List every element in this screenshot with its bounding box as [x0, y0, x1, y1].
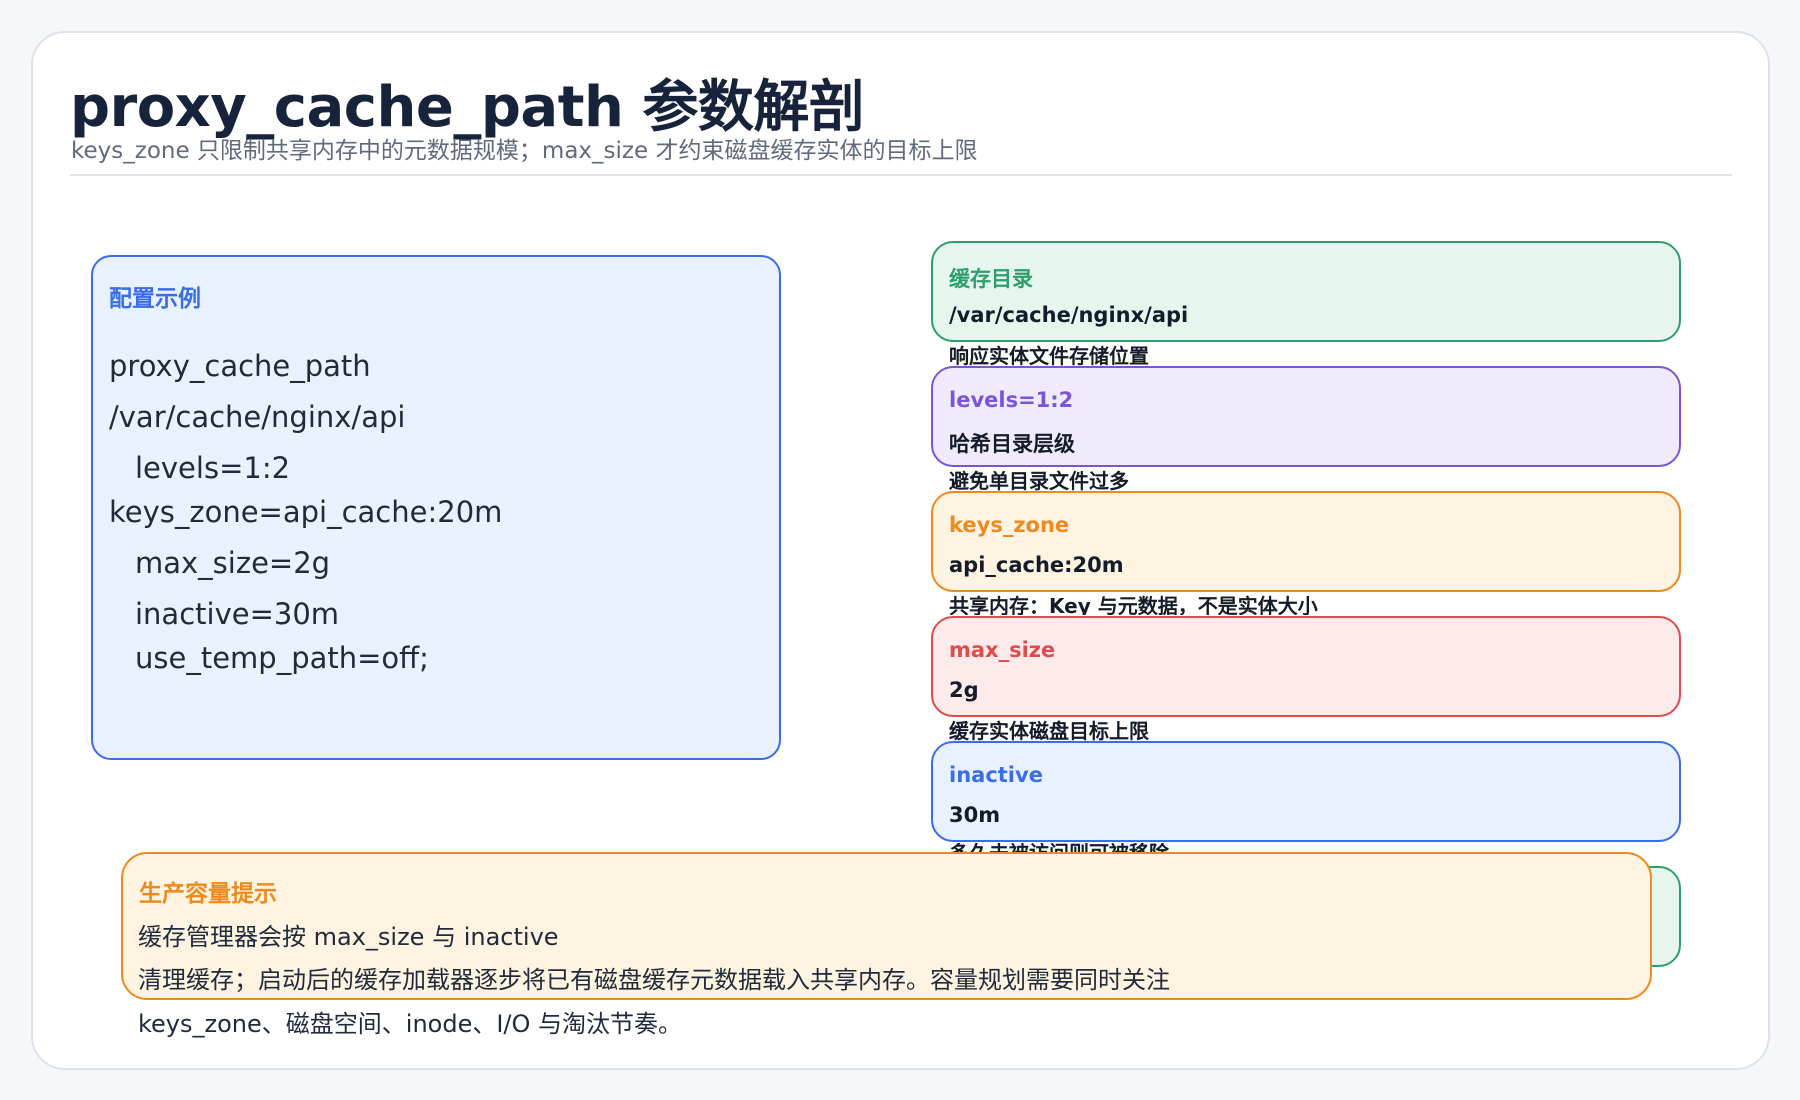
param-label: max_size [949, 638, 1056, 662]
param-label: inactive [949, 763, 1043, 787]
config-line-directive: proxy_cache_path [109, 349, 371, 383]
param-card-cache-dir: 缓存目录 /var/cache/nginx/api [931, 241, 1681, 342]
param-value: /var/cache/nginx/api [949, 303, 1189, 327]
config-line-levels: levels=1:2 [135, 451, 291, 485]
param-card-inactive: inactive 30m [931, 741, 1681, 842]
param-value: 哈希目录层级 [949, 432, 1075, 456]
param-label: keys_zone [949, 513, 1070, 537]
param-card-max-size: max_size 2g [931, 616, 1681, 717]
param-card-levels: levels=1:2 哈希目录层级 [931, 366, 1681, 467]
param-card-keys-zone: keys_zone api_cache:20m [931, 491, 1681, 592]
param-value: 2g [949, 678, 979, 702]
title-divider [70, 174, 1732, 176]
param-value: api_cache:20m [949, 553, 1124, 577]
config-example-title: 配置示例 [109, 286, 201, 312]
config-line-path: /var/cache/nginx/api [109, 400, 406, 434]
config-line-inactive: inactive=30m [135, 597, 340, 631]
config-line-keys-zone: keys_zone=api_cache:20m [109, 495, 503, 529]
production-tip-title: 生产容量提示 [139, 881, 277, 907]
param-label: levels=1:2 [949, 388, 1074, 412]
param-desc-keys-zone: 共享内存：Key 与元数据，不是实体大小 [949, 594, 1318, 615]
production-tip-line-3: keys_zone、磁盘空间、inode、I/O 与淘汰节奏。 [138, 1010, 683, 1038]
page-subtitle: keys_zone 只限制共享内存中的元数据规模；max_size 才约束磁盘缓… [71, 138, 978, 164]
config-line-use-temp-path: use_temp_path=off; [135, 641, 429, 675]
config-line-max-size: max_size=2g [135, 546, 331, 580]
param-value: 30m [949, 803, 1001, 827]
production-tip-line-1: 缓存管理器会按 max_size 与 inactive [138, 923, 559, 951]
param-label: 缓存目录 [949, 267, 1033, 291]
production-tip-line-2: 清理缓存；启动后的缓存加载器逐步将已有磁盘缓存元数据载入共享内存。容量规划需要同… [138, 966, 1170, 994]
config-example-panel: 配置示例 proxy_cache_path /var/cache/nginx/a… [91, 255, 781, 760]
